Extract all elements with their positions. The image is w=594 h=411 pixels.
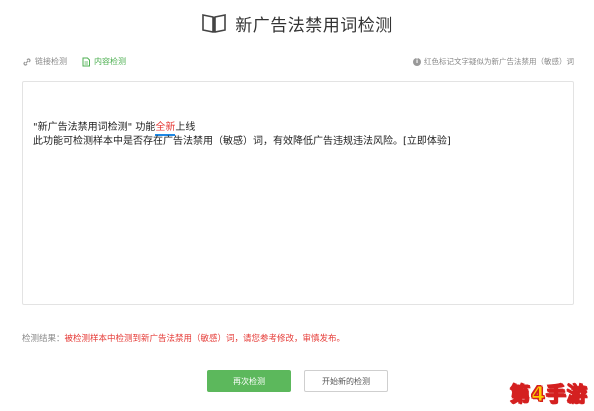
legend-hint-text: 红色标记文字疑似为新广告法禁用（敏感）词 — [424, 57, 574, 66]
tab-content-check-label: 内容检测 — [94, 57, 126, 66]
page-header: 新广告法禁用词检测 — [0, 8, 594, 38]
new-check-button[interactable]: 开始新的检测 — [304, 370, 388, 392]
result-message: 被检测样本中检测到新广告法禁用（敏感）词，请您参考修改，审慎发布。 — [64, 334, 346, 344]
document-icon — [82, 57, 90, 66]
tab-link-check[interactable]: 链接检测 — [22, 56, 67, 67]
editor-line-2: 此功能可检测样本中是否存在广告法禁用（敏感）词，有效降低广告违规违法风险。[立即… — [33, 136, 451, 147]
editor-text: 上线 — [175, 122, 196, 133]
tab-content-check[interactable]: 内容检测 — [81, 56, 126, 67]
flagged-word-text: 全新 — [155, 122, 176, 133]
book-icon — [202, 14, 227, 33]
page-title: 新广告法禁用词检测 — [235, 15, 393, 36]
flagged-word[interactable]: 全新 — [155, 122, 176, 136]
recheck-button[interactable]: 再次检测 — [207, 370, 291, 392]
check-result: 检测结果：被检测样本中检测到新广告法禁用（敏感）词，请您参考修改，审慎发布。 — [22, 332, 345, 344]
editor-line-1: "新广告法禁用词检测" 功能全新 上线 — [33, 122, 196, 136]
check-mode-tabs: 链接检测 内容检测 — [22, 56, 126, 67]
link-icon — [23, 57, 31, 66]
tab-link-check-label: 链接检测 — [35, 57, 67, 66]
editor-text: "新广告法禁用词检测" 功能 — [33, 122, 156, 133]
watermark-logo: 第4手游 — [510, 378, 588, 407]
legend-hint: i 红色标记文字疑似为新广告法禁用（敏感）词 — [413, 56, 574, 67]
info-icon: i — [413, 57, 421, 66]
result-label: 检测结果： — [22, 334, 65, 344]
watermark-text: 第4手游 — [510, 382, 588, 407]
content-editor[interactable]: "新广告法禁用词检测" 功能全新 上线 此功能可检测样本中是否存在广告法禁用（敏感… — [22, 81, 574, 305]
